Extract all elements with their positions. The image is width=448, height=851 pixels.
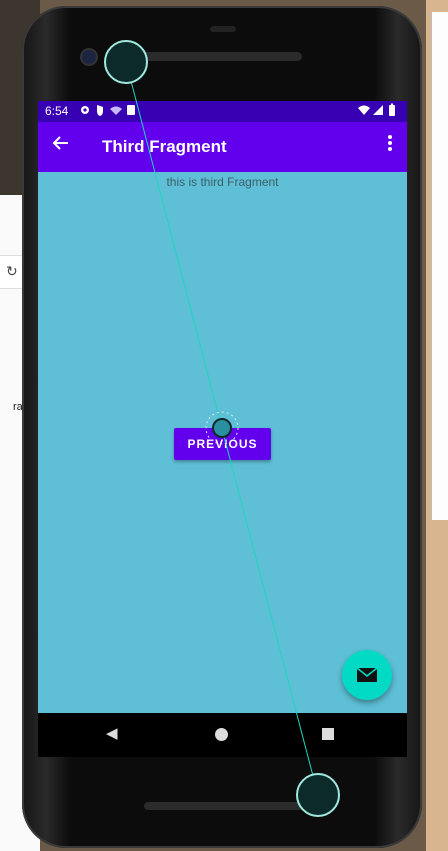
status-notification-icons — [80, 103, 140, 120]
notification-icons — [81, 105, 135, 116]
arrow-left-icon[interactable] — [52, 134, 70, 158]
status-bar: 6:54 — [38, 101, 407, 122]
previous-button[interactable]: PREVIOUS — [174, 428, 271, 460]
device-screen: 6:54 Third Fragment this is third Fragme… — [38, 101, 407, 713]
front-camera — [82, 50, 96, 64]
page-title: Third Fragment — [102, 137, 227, 156]
triangle-back-icon[interactable]: ◀ — [106, 724, 118, 742]
status-time: 6:54 — [45, 104, 69, 118]
earpiece-notch — [210, 26, 236, 32]
mail-icon — [356, 667, 378, 682]
app-bar: Third Fragment — [38, 122, 407, 172]
mail-fab-button[interactable] — [342, 650, 392, 700]
square-recents-icon[interactable] — [322, 728, 334, 740]
reload-icon: ↻ — [6, 263, 18, 279]
circle-home-icon[interactable] — [215, 728, 228, 741]
system-nav-bar: ◀ — [38, 713, 407, 757]
status-system-icons — [357, 103, 399, 120]
top-speaker — [112, 52, 302, 61]
background-right-panel — [431, 12, 448, 520]
fragment-text: this is third Fragment — [166, 175, 279, 189]
signal-battery-icons — [358, 103, 395, 116]
bottom-speaker — [144, 802, 314, 810]
overflow-menu-icon[interactable] — [387, 134, 393, 158]
